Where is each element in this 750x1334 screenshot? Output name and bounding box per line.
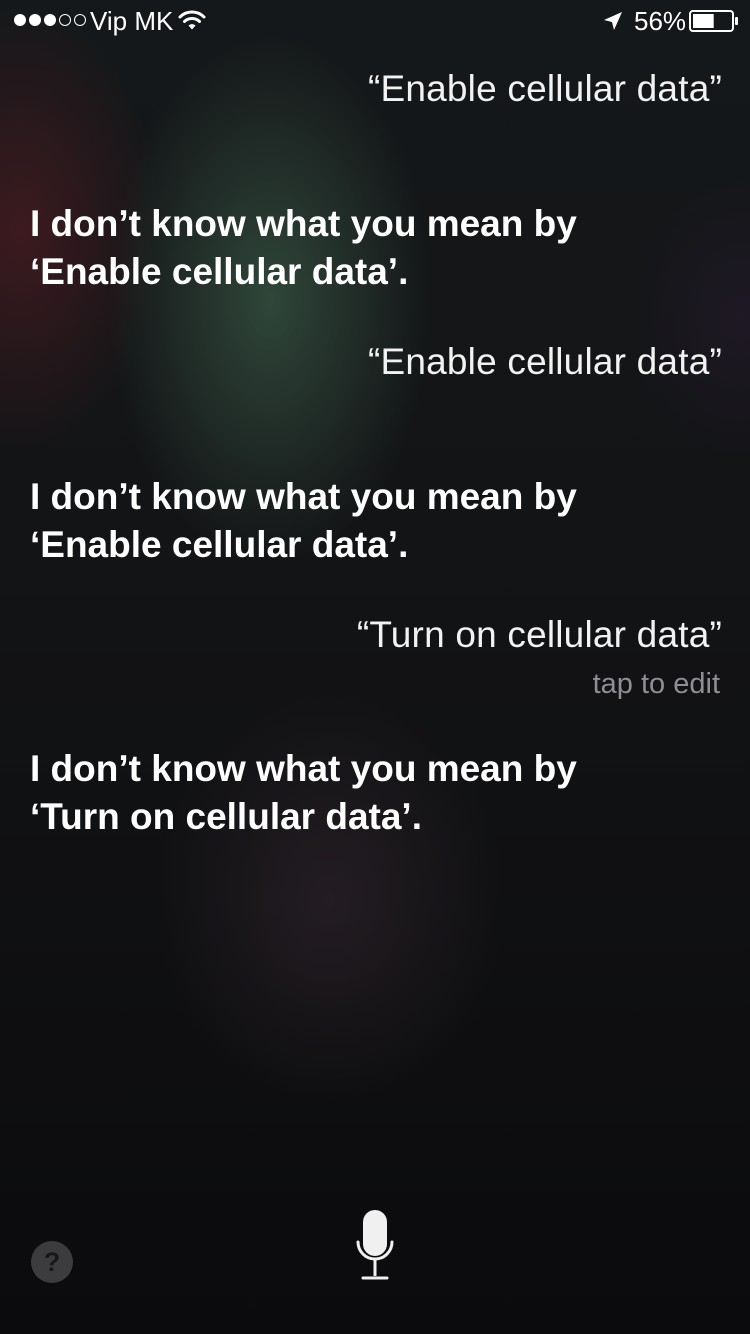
tap-to-edit-hint[interactable]: tap to edit bbox=[593, 668, 720, 701]
signal-dot bbox=[59, 14, 71, 26]
siri-response-line: I don’t know what you mean by bbox=[30, 203, 577, 244]
siri-response: I don’t know what you mean by ‘Enable ce… bbox=[30, 473, 650, 569]
signal-dot bbox=[74, 14, 86, 26]
siri-response-line: ‘Enable cellular data’. bbox=[30, 524, 409, 565]
siri-response-line: ‘Enable cellular data’. bbox=[30, 251, 409, 292]
location-arrow-icon bbox=[604, 12, 622, 30]
battery-icon bbox=[689, 10, 738, 32]
signal-dot bbox=[44, 14, 56, 26]
siri-response-line: I don’t know what you mean by bbox=[30, 476, 577, 517]
microphone-icon[interactable] bbox=[355, 1208, 395, 1284]
siri-response: I don’t know what you mean by ‘Turn on c… bbox=[30, 745, 650, 841]
siri-response: I don’t know what you mean by ‘Enable ce… bbox=[30, 200, 650, 296]
user-utterance[interactable]: “Enable cellular data” bbox=[368, 341, 722, 383]
signal-dot bbox=[14, 14, 26, 26]
user-utterance[interactable]: “Enable cellular data” bbox=[368, 68, 722, 110]
help-button[interactable]: ? bbox=[31, 1241, 73, 1283]
siri-screen: Vip MK 56% “Enable cellular data” I don’… bbox=[0, 0, 750, 1334]
battery-fill bbox=[693, 14, 714, 28]
siri-response-line: ‘Turn on cellular data’. bbox=[30, 796, 422, 837]
wifi-icon bbox=[178, 10, 206, 30]
signal-dot bbox=[29, 14, 41, 26]
status-bar: Vip MK 56% bbox=[0, 0, 750, 40]
carrier-name: Vip MK bbox=[90, 6, 174, 36]
user-utterance[interactable]: “Turn on cellular data” bbox=[357, 614, 722, 656]
battery-percentage: 56% bbox=[634, 6, 687, 36]
siri-response-line: I don’t know what you mean by bbox=[30, 748, 577, 789]
signal-strength-icon bbox=[14, 14, 86, 26]
